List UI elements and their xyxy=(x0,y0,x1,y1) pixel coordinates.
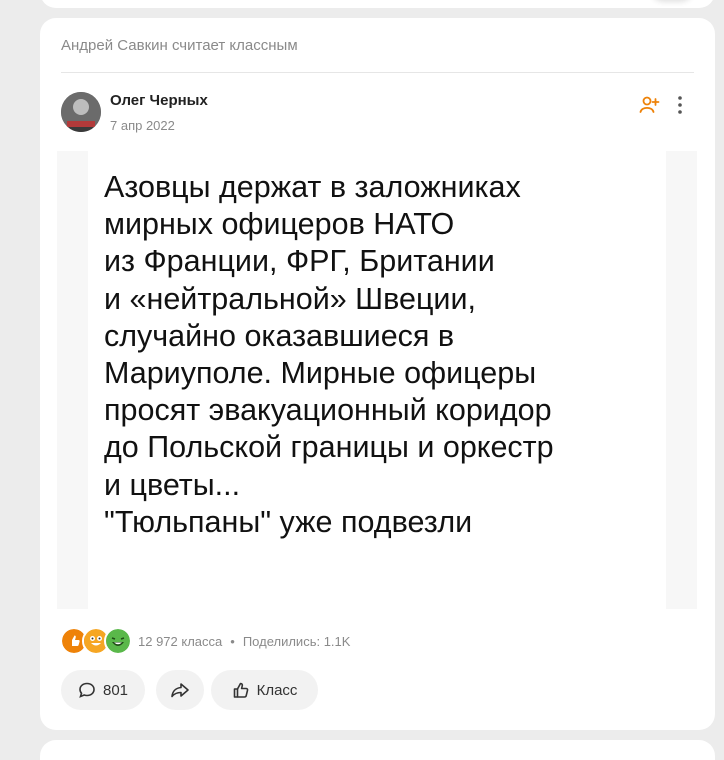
previous-post-card xyxy=(40,0,715,8)
share-button[interactable] xyxy=(156,670,204,710)
reactions-bar[interactable]: 12 972 класса • Поделились: 1.1K xyxy=(60,627,350,655)
add-friend-icon[interactable] xyxy=(638,94,660,116)
divider xyxy=(61,72,694,73)
image-card: Азовцы держат в заложниках мирных офицер… xyxy=(88,151,666,609)
post-date[interactable]: 7 апр 2022 xyxy=(110,118,175,133)
author-name[interactable]: Олег Черных xyxy=(110,92,208,109)
feed-post-card: Андрей Савкин считает классным Олег Черн… xyxy=(40,18,715,730)
like-label: Класс xyxy=(256,681,298,699)
like-button[interactable]: Класс xyxy=(211,670,318,710)
laugh-reaction-icon xyxy=(104,627,132,655)
shares-count[interactable]: Поделились: 1.1K xyxy=(243,634,351,649)
post-image[interactable]: Азовцы держат в заложниках мирных офицер… xyxy=(57,151,697,609)
comments-button[interactable]: 801 xyxy=(61,670,145,710)
share-icon xyxy=(170,681,190,699)
image-caption-text: Азовцы держат в заложниках мирных офицер… xyxy=(104,170,554,539)
more-icon[interactable] xyxy=(670,94,690,116)
activity-notice[interactable]: Андрей Савкин считает классным xyxy=(61,37,298,54)
comment-icon xyxy=(78,681,96,699)
comments-count: 801 xyxy=(102,681,129,699)
reactions-count[interactable]: 12 972 класса xyxy=(138,634,222,649)
next-post-card xyxy=(40,740,715,760)
author-avatar[interactable] xyxy=(61,92,101,132)
like-icon xyxy=(232,681,250,699)
separator-dot: • xyxy=(230,633,235,649)
